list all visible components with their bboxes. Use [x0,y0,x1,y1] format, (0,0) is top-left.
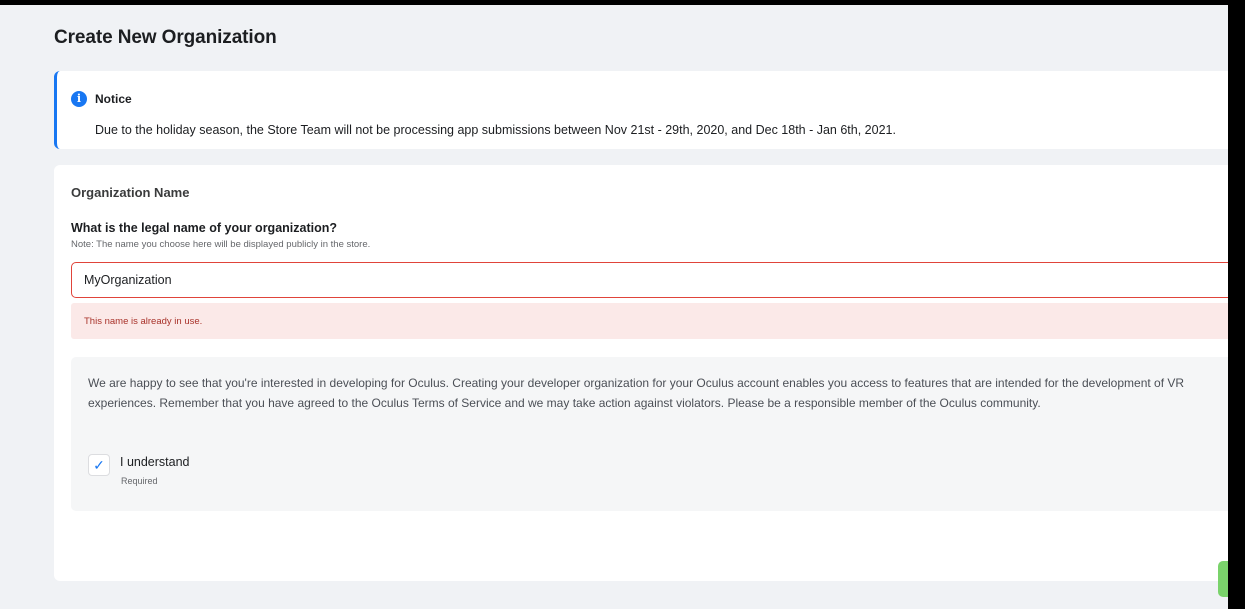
notice-header: i Notice [71,91,132,107]
info-icon: i [71,91,87,107]
terms-box: We are happy to see that you're interest… [71,357,1228,511]
terms-text: We are happy to see that you're interest… [88,376,1185,410]
understand-label: I understand [120,455,190,469]
notice-text: Due to the holiday season, the Store Tea… [95,123,896,137]
organization-name-input[interactable] [71,262,1228,298]
viewport: Create New Organization i Notice Due to … [0,5,1228,609]
section-title: Organization Name [71,185,190,200]
checkmark-icon: ✓ [93,457,105,473]
organization-form-card: Organization Name What is the legal name… [54,165,1228,597]
legal-name-question: What is the legal name of your organizat… [71,221,337,235]
notice-title: Notice [95,92,132,106]
error-message-box: This name is already in use. [71,303,1228,339]
understand-checkbox[interactable]: ✓ [88,454,110,476]
required-label: Required [121,476,158,486]
legal-name-note: Note: The name you choose here will be d… [71,239,371,250]
page-title: Create New Organization [54,27,277,48]
notice-banner: i Notice Due to the holiday season, the … [54,71,1228,149]
error-message: This name is already in use. [84,316,203,327]
submit-button[interactable] [1218,561,1228,597]
